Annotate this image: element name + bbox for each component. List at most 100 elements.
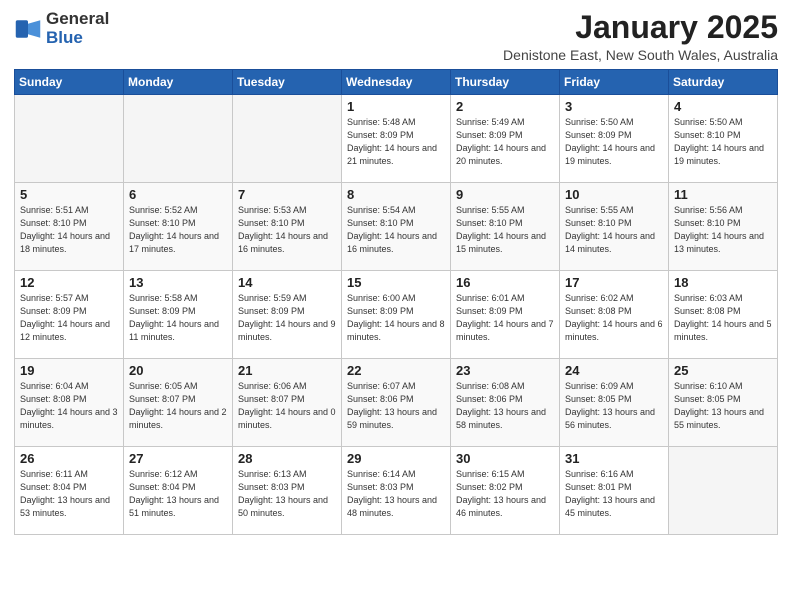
- day-cell: 2 Sunrise: 5:49 AMSunset: 8:09 PMDaylight…: [451, 95, 560, 183]
- day-number: 23: [456, 363, 554, 378]
- day-info: Sunrise: 6:14 AMSunset: 8:03 PMDaylight:…: [347, 469, 437, 518]
- calendar-page: General Blue January 2025 Denistone East…: [0, 0, 792, 612]
- day-info: Sunrise: 6:04 AMSunset: 8:08 PMDaylight:…: [20, 381, 118, 430]
- day-cell: 26 Sunrise: 6:11 AMSunset: 8:04 PMDayligh…: [15, 447, 124, 535]
- week-row-2: 5Sunrise: 5:51 AMSunset: 8:10 PMDaylight…: [15, 183, 778, 271]
- weekday-sunday: Sunday: [15, 70, 124, 95]
- day-number: 24: [565, 363, 663, 378]
- day-cell: 5Sunrise: 5:51 AMSunset: 8:10 PMDaylight…: [15, 183, 124, 271]
- logo: General Blue: [14, 10, 109, 47]
- day-info: Sunrise: 5:59 AMSunset: 8:09 PMDaylight:…: [238, 293, 336, 342]
- day-number: 13: [129, 275, 227, 290]
- calendar-title: January 2025: [503, 10, 778, 45]
- day-cell: 16Sunrise: 6:01 AMSunset: 8:09 PMDayligh…: [451, 271, 560, 359]
- header: General Blue January 2025 Denistone East…: [14, 10, 778, 63]
- day-info: Sunrise: 6:13 AMSunset: 8:03 PMDaylight:…: [238, 469, 328, 518]
- day-info: Sunrise: 6:05 AMSunset: 8:07 PMDaylight:…: [129, 381, 227, 430]
- day-info: Sunrise: 6:06 AMSunset: 8:07 PMDaylight:…: [238, 381, 336, 430]
- day-number: 28: [238, 451, 336, 466]
- day-number: 9: [456, 187, 554, 202]
- calendar-table: SundayMondayTuesdayWednesdayThursdayFrid…: [14, 69, 778, 535]
- day-number: 16: [456, 275, 554, 290]
- day-cell: 29 Sunrise: 6:14 AMSunset: 8:03 PMDayligh…: [342, 447, 451, 535]
- day-cell: 9Sunrise: 5:55 AMSunset: 8:10 PMDaylight…: [451, 183, 560, 271]
- title-block: January 2025 Denistone East, New South W…: [503, 10, 778, 63]
- day-info: Sunrise: 5:57 AMSunset: 8:09 PMDaylight:…: [20, 293, 110, 342]
- logo-general: General: [46, 9, 109, 28]
- day-number: 29: [347, 451, 445, 466]
- day-cell: 25 Sunrise: 6:10 AMSunset: 8:05 PMDayligh…: [669, 359, 778, 447]
- day-number: 19: [20, 363, 118, 378]
- day-cell: 22Sunrise: 6:07 AMSunset: 8:06 PMDayligh…: [342, 359, 451, 447]
- day-cell: 23 Sunrise: 6:08 AMSunset: 8:06 PMDayligh…: [451, 359, 560, 447]
- day-cell: 6 Sunrise: 5:52 AMSunset: 8:10 PMDaylight…: [124, 183, 233, 271]
- day-number: 20: [129, 363, 227, 378]
- day-info: Sunrise: 5:56 AMSunset: 8:10 PMDaylight:…: [674, 205, 764, 254]
- weekday-monday: Monday: [124, 70, 233, 95]
- day-info: Sunrise: 5:51 AMSunset: 8:10 PMDaylight:…: [20, 205, 110, 254]
- day-cell: 15 Sunrise: 6:00 AMSunset: 8:09 PMDayligh…: [342, 271, 451, 359]
- day-cell: 28 Sunrise: 6:13 AMSunset: 8:03 PMDayligh…: [233, 447, 342, 535]
- day-cell: 24 Sunrise: 6:09 AMSunset: 8:05 PMDayligh…: [560, 359, 669, 447]
- day-info: Sunrise: 6:15 AMSunset: 8:02 PMDaylight:…: [456, 469, 546, 518]
- day-cell: 1 Sunrise: 5:48 AMSunset: 8:09 PMDaylight…: [342, 95, 451, 183]
- day-cell: 12 Sunrise: 5:57 AMSunset: 8:09 PMDayligh…: [15, 271, 124, 359]
- day-info: Sunrise: 6:00 AMSunset: 8:09 PMDaylight:…: [347, 293, 445, 342]
- day-number: 1: [347, 99, 445, 114]
- day-cell: 18Sunrise: 6:03 AMSunset: 8:08 PMDayligh…: [669, 271, 778, 359]
- day-info: Sunrise: 5:48 AMSunset: 8:09 PMDaylight:…: [347, 117, 437, 166]
- day-number: 12: [20, 275, 118, 290]
- logo-text: General Blue: [46, 10, 109, 47]
- day-number: 26: [20, 451, 118, 466]
- weekday-friday: Friday: [560, 70, 669, 95]
- day-number: 3: [565, 99, 663, 114]
- day-cell: 11 Sunrise: 5:56 AMSunset: 8:10 PMDayligh…: [669, 183, 778, 271]
- day-info: Sunrise: 6:07 AMSunset: 8:06 PMDaylight:…: [347, 381, 437, 430]
- day-info: Sunrise: 6:08 AMSunset: 8:06 PMDaylight:…: [456, 381, 546, 430]
- day-cell: 20 Sunrise: 6:05 AMSunset: 8:07 PMDayligh…: [124, 359, 233, 447]
- week-row-5: 26 Sunrise: 6:11 AMSunset: 8:04 PMDayligh…: [15, 447, 778, 535]
- day-number: 17: [565, 275, 663, 290]
- day-info: Sunrise: 6:09 AMSunset: 8:05 PMDaylight:…: [565, 381, 655, 430]
- day-number: 7: [238, 187, 336, 202]
- day-info: Sunrise: 5:55 AMSunset: 8:10 PMDaylight:…: [565, 205, 655, 254]
- day-info: Sunrise: 5:50 AMSunset: 8:09 PMDaylight:…: [565, 117, 655, 166]
- day-cell: 21Sunrise: 6:06 AMSunset: 8:07 PMDayligh…: [233, 359, 342, 447]
- day-info: Sunrise: 6:11 AMSunset: 8:04 PMDaylight:…: [20, 469, 110, 518]
- day-cell: 4Sunrise: 5:50 AMSunset: 8:10 PMDaylight…: [669, 95, 778, 183]
- day-number: 10: [565, 187, 663, 202]
- weekday-wednesday: Wednesday: [342, 70, 451, 95]
- day-number: 6: [129, 187, 227, 202]
- day-cell: 17 Sunrise: 6:02 AMSunset: 8:08 PMDayligh…: [560, 271, 669, 359]
- day-number: 31: [565, 451, 663, 466]
- day-info: Sunrise: 6:16 AMSunset: 8:01 PMDaylight:…: [565, 469, 655, 518]
- week-row-3: 12 Sunrise: 5:57 AMSunset: 8:09 PMDayligh…: [15, 271, 778, 359]
- day-number: 8: [347, 187, 445, 202]
- logo-blue: Blue: [46, 28, 83, 47]
- logo-icon: [14, 15, 42, 43]
- weekday-header-row: SundayMondayTuesdayWednesdayThursdayFrid…: [15, 70, 778, 95]
- day-number: 2: [456, 99, 554, 114]
- day-cell: 31 Sunrise: 6:16 AMSunset: 8:01 PMDayligh…: [560, 447, 669, 535]
- calendar-subtitle: Denistone East, New South Wales, Austral…: [503, 47, 778, 63]
- day-info: Sunrise: 5:52 AMSunset: 8:10 PMDaylight:…: [129, 205, 219, 254]
- day-info: Sunrise: 6:12 AMSunset: 8:04 PMDaylight:…: [129, 469, 219, 518]
- day-cell: 3 Sunrise: 5:50 AMSunset: 8:09 PMDaylight…: [560, 95, 669, 183]
- day-info: Sunrise: 5:49 AMSunset: 8:09 PMDaylight:…: [456, 117, 546, 166]
- week-row-1: 1 Sunrise: 5:48 AMSunset: 8:09 PMDaylight…: [15, 95, 778, 183]
- day-number: 11: [674, 187, 772, 202]
- day-number: 4: [674, 99, 772, 114]
- day-number: 25: [674, 363, 772, 378]
- day-cell: 27Sunrise: 6:12 AMSunset: 8:04 PMDayligh…: [124, 447, 233, 535]
- day-info: Sunrise: 6:02 AMSunset: 8:08 PMDaylight:…: [565, 293, 663, 342]
- day-cell: 10 Sunrise: 5:55 AMSunset: 8:10 PMDayligh…: [560, 183, 669, 271]
- day-info: Sunrise: 5:54 AMSunset: 8:10 PMDaylight:…: [347, 205, 437, 254]
- day-cell: 7Sunrise: 5:53 AMSunset: 8:10 PMDaylight…: [233, 183, 342, 271]
- week-row-4: 19 Sunrise: 6:04 AMSunset: 8:08 PMDayligh…: [15, 359, 778, 447]
- day-number: 15: [347, 275, 445, 290]
- day-info: Sunrise: 6:10 AMSunset: 8:05 PMDaylight:…: [674, 381, 764, 430]
- day-cell: [15, 95, 124, 183]
- day-cell: [124, 95, 233, 183]
- day-info: Sunrise: 5:58 AMSunset: 8:09 PMDaylight:…: [129, 293, 219, 342]
- day-number: 18: [674, 275, 772, 290]
